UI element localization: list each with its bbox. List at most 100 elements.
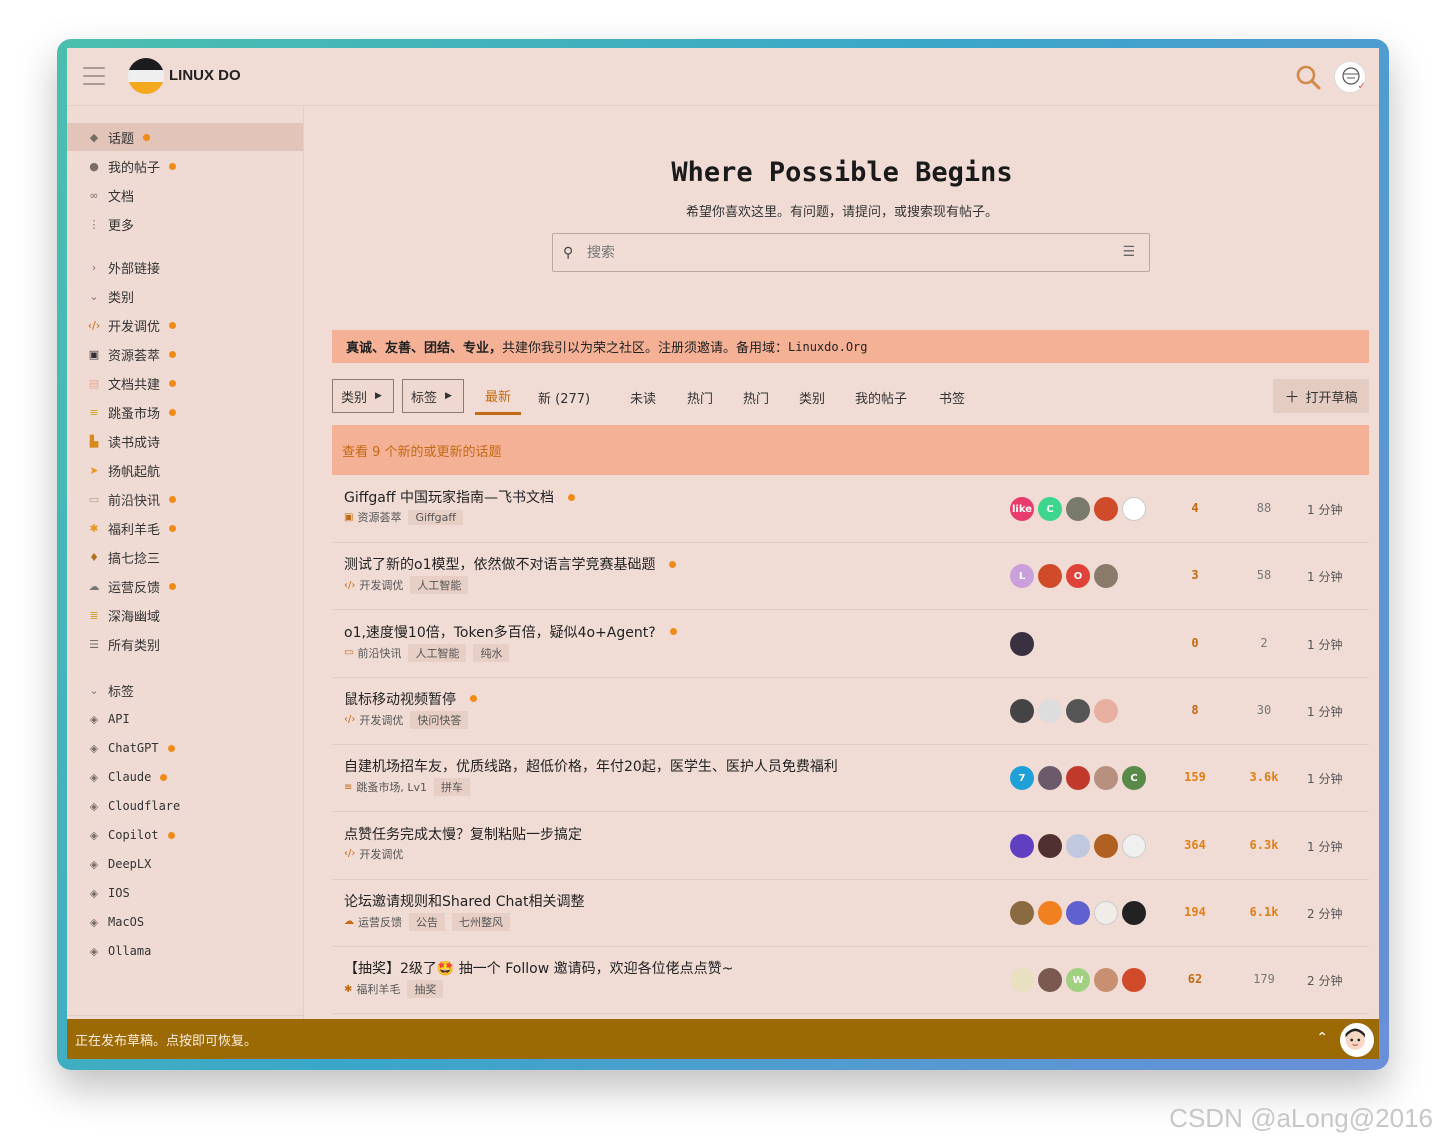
topic-tag[interactable]: 快问快答 bbox=[410, 710, 469, 729]
sidebar-section-categories[interactable]: ⌄ 类别 bbox=[67, 283, 134, 309]
participant-avatar[interactable] bbox=[1094, 766, 1118, 791]
participant-avatar[interactable] bbox=[1010, 900, 1034, 925]
sidebar-item-docs[interactable]: ∞ 文档 bbox=[67, 181, 303, 209]
search-box[interactable]: ⚲ ☰ bbox=[552, 233, 1150, 272]
new-topics-alert[interactable]: 查看 9 个新的或更新的话题 bbox=[332, 425, 1369, 475]
tab-new[interactable]: 新 (277) bbox=[538, 379, 590, 415]
sidebar-item-topics[interactable]: ◆ 话题 bbox=[67, 123, 303, 151]
topic-title[interactable]: Giffgaff 中国玩家指南—飞书文档 bbox=[344, 487, 575, 507]
sidebar-category-item[interactable]: ▤ 文档共建 bbox=[67, 369, 303, 397]
sidebar-all-categories[interactable]: ☰ 所有类别 bbox=[67, 630, 303, 658]
participant-avatar[interactable] bbox=[1094, 497, 1118, 521]
participant-avatar[interactable] bbox=[1066, 833, 1090, 858]
participant-avatar[interactable]: like bbox=[1010, 497, 1034, 521]
topic-row[interactable]: 论坛邀请规则和Shared Chat相关调整 ☁ 运营反馈 公告 七州整风 194… bbox=[332, 880, 1369, 947]
topic-category[interactable]: 开发调优 bbox=[359, 712, 403, 728]
topic-title-text[interactable]: 鼠标移动视频暂停 bbox=[344, 689, 456, 709]
activity-time[interactable]: 1 分钟 bbox=[1307, 838, 1342, 855]
topic-title[interactable]: o1,速度慢10倍，Token多百倍，疑似4o+Agent? bbox=[344, 622, 677, 642]
topic-row[interactable]: 测试了新的o1模型，依然做不对语言学竞赛基础题 ‹/› 开发调优 人工智能 LO… bbox=[332, 543, 1369, 611]
topic-category[interactable]: 运营反馈 bbox=[358, 914, 402, 930]
search-icon[interactable] bbox=[1295, 64, 1321, 90]
sidebar-tag-item[interactable]: ◈ ChatGPT bbox=[67, 734, 303, 762]
sidebar-tag-item[interactable]: ◈ Copilot bbox=[67, 821, 303, 849]
participant-avatar[interactable] bbox=[1010, 698, 1034, 723]
activity-time[interactable]: 2 分钟 bbox=[1307, 905, 1342, 922]
topic-category[interactable]: 福利羊毛 bbox=[356, 981, 400, 997]
topic-tag[interactable]: 抽奖 bbox=[407, 980, 444, 999]
topic-row[interactable]: 【抽奖】2级了🤩 抽一个 Follow 邀请码，欢迎各位佬点点赞~ ✱ 福利羊毛… bbox=[332, 947, 1369, 1015]
topic-category[interactable]: 开发调优 bbox=[359, 577, 403, 593]
sidebar-section-external-links[interactable]: › 外部链接 bbox=[67, 254, 160, 280]
sidebar-section-tags[interactable]: ⌄ 标签 bbox=[67, 677, 134, 703]
participant-avatar[interactable] bbox=[1010, 833, 1034, 858]
topic-category[interactable]: 前沿快讯 bbox=[357, 645, 401, 661]
topic-row[interactable]: o1,速度慢10倍，Token多百倍，疑似4o+Agent? ▭ 前沿快讯 人工… bbox=[332, 611, 1369, 678]
category-dropdown[interactable]: 类别 ▶ bbox=[332, 379, 394, 413]
topic-row[interactable]: Giffgaff 中国玩家指南—飞书文档 ▣ 资源荟萃 Giffgaff lik… bbox=[332, 476, 1369, 543]
activity-time[interactable]: 1 分钟 bbox=[1307, 501, 1342, 518]
topic-tag[interactable]: 拼车 bbox=[434, 778, 471, 797]
draft-restore-bar[interactable]: 正在发布草稿。点按即可恢复。 ⌃ bbox=[67, 1019, 1379, 1059]
participant-avatar[interactable]: L bbox=[1010, 564, 1034, 589]
hamburger-menu-icon[interactable] bbox=[83, 67, 105, 85]
topic-title[interactable]: 【抽奖】2级了🤩 抽一个 Follow 邀请码，欢迎各位佬点点赞~ bbox=[344, 958, 733, 978]
topic-tag[interactable]: 纯水 bbox=[473, 643, 510, 662]
participant-avatar[interactable] bbox=[1038, 698, 1062, 723]
tab-hot[interactable]: 热门 bbox=[687, 379, 713, 415]
sidebar-tag-item[interactable]: ◈ Ollama bbox=[67, 937, 303, 965]
sidebar-category-item[interactable]: ▙ 读书成诗 bbox=[67, 427, 303, 455]
topic-row[interactable]: 点赞任务完成太慢？复制粘贴一步搞定 ‹/› 开发调优 364 6.3k 1 分钟 bbox=[332, 813, 1369, 880]
topic-title[interactable]: 鼠标移动视频暂停 bbox=[344, 689, 477, 709]
sidebar-category-item[interactable]: ♦ 搞七捻三 bbox=[67, 543, 303, 571]
topic-title[interactable]: 自建机场招车友，优质线路，超低价格，年付20起，医学生、医护人员免费福利 bbox=[344, 756, 838, 776]
sidebar-tag-item[interactable]: ◈ DeepLX bbox=[67, 850, 303, 878]
participant-avatar[interactable] bbox=[1038, 968, 1062, 993]
sidebar-tag-item[interactable]: ◈ MacOS bbox=[67, 908, 303, 936]
participant-avatar[interactable] bbox=[1066, 497, 1090, 521]
topic-tag[interactable]: 七州整风 bbox=[452, 912, 510, 931]
site-brand-name[interactable]: LINUX DO bbox=[169, 67, 241, 84]
sliders-icon[interactable]: ☰ bbox=[1122, 244, 1135, 260]
participant-avatar[interactable] bbox=[1094, 698, 1118, 723]
topic-title-text[interactable]: 【抽奖】2级了🤩 抽一个 Follow 邀请码，欢迎各位佬点点赞~ bbox=[344, 958, 733, 978]
topic-title-text[interactable]: Giffgaff 中国玩家指南—飞书文档 bbox=[344, 487, 554, 507]
activity-time[interactable]: 1 分钟 bbox=[1307, 568, 1342, 585]
sidebar-tag-item[interactable]: ◈ API bbox=[67, 705, 303, 733]
topic-title-text[interactable]: 自建机场招车友，优质线路，超低价格，年付20起，医学生、医护人员免费福利 bbox=[344, 756, 838, 776]
sidebar-category-item[interactable]: ‹/› 开发调优 bbox=[67, 311, 303, 339]
open-draft-button[interactable]: ＋ 打开草稿 bbox=[1273, 379, 1369, 413]
participant-avatar[interactable] bbox=[1038, 766, 1062, 791]
participant-avatar[interactable]: C bbox=[1038, 497, 1062, 521]
participant-avatar[interactable] bbox=[1038, 564, 1062, 589]
sidebar-tag-item[interactable]: ◈ Claude bbox=[67, 763, 303, 791]
sidebar-item-more[interactable]: ⋮ 更多 bbox=[67, 210, 303, 238]
participant-avatar[interactable] bbox=[1122, 833, 1146, 858]
topic-tag[interactable]: 人工智能 bbox=[408, 643, 467, 662]
participant-avatar[interactable] bbox=[1122, 497, 1146, 521]
participant-avatar[interactable]: 7 bbox=[1010, 766, 1034, 791]
sidebar-category-item[interactable]: ➤ 扬帆起航 bbox=[67, 456, 303, 484]
topic-title-text[interactable]: 论坛邀请规则和Shared Chat相关调整 bbox=[344, 891, 584, 911]
topic-category[interactable]: 跳蚤市场, Lv1 bbox=[356, 779, 427, 795]
participant-avatar[interactable] bbox=[1122, 900, 1146, 925]
tab-top[interactable]: 热门 bbox=[743, 379, 769, 415]
participant-avatar[interactable] bbox=[1010, 968, 1034, 993]
activity-time[interactable]: 1 分钟 bbox=[1307, 770, 1342, 787]
participant-avatar[interactable]: O bbox=[1066, 564, 1090, 589]
activity-time[interactable]: 2 分钟 bbox=[1307, 972, 1342, 989]
topic-tag[interactable]: 人工智能 bbox=[410, 576, 469, 595]
participant-avatar[interactable] bbox=[1010, 631, 1034, 656]
participant-avatar[interactable] bbox=[1066, 766, 1090, 791]
activity-time[interactable]: 1 分钟 bbox=[1307, 636, 1342, 653]
topic-title[interactable]: 点赞任务完成太慢？复制粘贴一步搞定 bbox=[344, 824, 582, 844]
sidebar-category-item[interactable]: ▭ 前沿快讯 bbox=[67, 485, 303, 513]
search-input[interactable] bbox=[587, 242, 1107, 264]
tab-latest[interactable]: 最新 bbox=[475, 379, 521, 415]
topic-title-text[interactable]: 测试了新的o1模型，依然做不对语言学竞赛基础题 bbox=[344, 554, 655, 574]
footer-avatar[interactable] bbox=[1340, 1023, 1374, 1057]
sidebar-category-item[interactable]: ≡ 跳蚤市场 bbox=[67, 398, 303, 426]
sidebar-tag-item[interactable]: ◈ Cloudflare bbox=[67, 792, 303, 820]
participant-avatar[interactable] bbox=[1038, 900, 1062, 925]
participant-avatar[interactable]: C bbox=[1122, 766, 1146, 791]
